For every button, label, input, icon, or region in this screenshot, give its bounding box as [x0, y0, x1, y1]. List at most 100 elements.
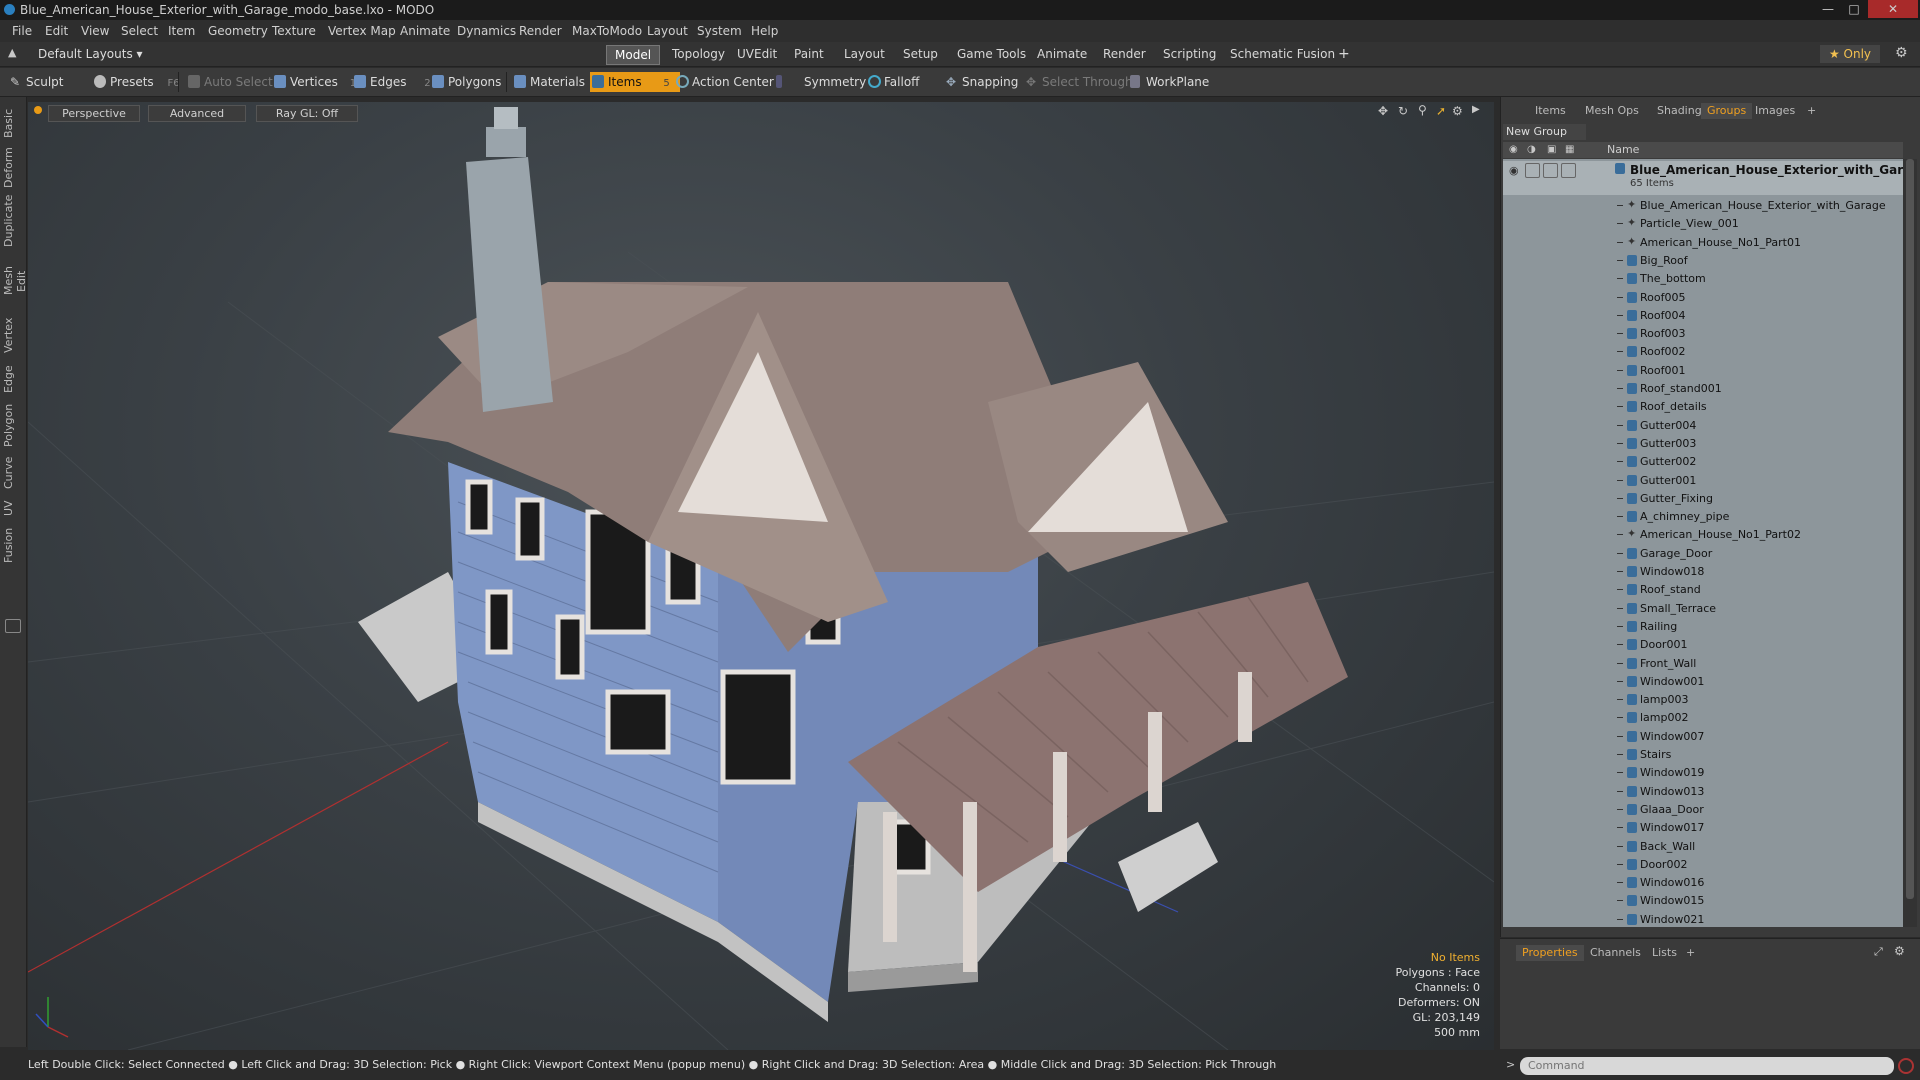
- action-center-button[interactable]: Action Center: [674, 72, 784, 92]
- list-item[interactable]: Roof004: [1503, 307, 1903, 325]
- list-item[interactable]: Railing: [1503, 618, 1903, 636]
- list-item[interactable]: The_bottom: [1503, 270, 1903, 288]
- lock-toggle[interactable]: [1543, 163, 1558, 178]
- shading-advanced-button[interactable]: Advanced: [148, 105, 246, 122]
- tab-game-tools[interactable]: Game Tools: [949, 45, 1034, 63]
- list-item[interactable]: Roof_stand: [1503, 581, 1903, 599]
- tab-render[interactable]: Render: [1095, 45, 1154, 63]
- menu-dynamics[interactable]: Dynamics: [457, 24, 516, 38]
- list-item[interactable]: Garage_Door: [1503, 545, 1903, 563]
- symmetry-button[interactable]: Symmetry: [774, 72, 872, 92]
- pan-icon[interactable]: ✥: [1378, 104, 1388, 118]
- menu-select[interactable]: Select: [121, 24, 158, 38]
- list-item[interactable]: Roof_stand001: [1503, 380, 1903, 398]
- left-tab-uv[interactable]: UV: [2, 497, 24, 519]
- list-item[interactable]: Door001: [1503, 636, 1903, 654]
- left-tab-duplicate[interactable]: Duplicate: [2, 195, 24, 247]
- select-col-icon[interactable]: ▦: [1565, 144, 1574, 155]
- panel-toggle-button[interactable]: [5, 619, 21, 633]
- list-item[interactable]: ✦ Blue_American_House_Exterior_with_Garag…: [1503, 197, 1903, 215]
- tab-schematic-fusion[interactable]: Schematic Fusion: [1222, 45, 1343, 63]
- viewport-menu-icon[interactable]: ▶: [1472, 104, 1480, 115]
- vertices-button[interactable]: Vertices 1: [272, 72, 364, 92]
- list-item[interactable]: Roof002: [1503, 343, 1903, 361]
- list-item[interactable]: Roof_details: [1503, 398, 1903, 416]
- menu-vertex-map[interactable]: Vertex Map: [328, 24, 396, 38]
- menu-item[interactable]: Item: [168, 24, 195, 38]
- menu-geometry[interactable]: Geometry: [208, 24, 268, 38]
- list-item[interactable]: Roof001: [1503, 362, 1903, 380]
- list-item[interactable]: ✦ Particle_View_001: [1503, 215, 1903, 233]
- tab-paint[interactable]: Paint: [786, 45, 832, 63]
- only-toggle[interactable]: ★ Only: [1820, 45, 1880, 63]
- view-perspective-button[interactable]: Perspective: [48, 105, 140, 122]
- expand-icon[interactable]: ⤢: [1874, 945, 1883, 959]
- edges-button[interactable]: Edges 2: [352, 72, 440, 92]
- properties-gear-icon[interactable]: ⚙: [1894, 944, 1905, 958]
- layout-preset-dropdown[interactable]: Default Layouts ▾: [38, 47, 143, 61]
- menu-maxtomodo[interactable]: MaxToModo: [572, 24, 642, 38]
- viewport-settings-icon[interactable]: ⚙: [1452, 104, 1463, 118]
- list-item[interactable]: Front_Wall: [1503, 655, 1903, 673]
- tab-layout[interactable]: Layout: [836, 45, 893, 63]
- tab-model[interactable]: Model: [606, 45, 661, 65]
- command-input[interactable]: [1520, 1057, 1894, 1075]
- new-group-button[interactable]: New Group: [1503, 124, 1586, 140]
- left-tab-edge[interactable]: Edge: [2, 363, 24, 395]
- list-item[interactable]: Roof005: [1503, 289, 1903, 307]
- menu-texture[interactable]: Texture: [272, 24, 316, 38]
- zoom-icon[interactable]: ⚲: [1418, 103, 1427, 117]
- select-through-button[interactable]: ✥ Select Through: [1024, 72, 1134, 92]
- tab-items[interactable]: Items: [1529, 103, 1572, 119]
- tab-mesh-ops[interactable]: Mesh Ops: [1579, 103, 1645, 119]
- sculpt-button[interactable]: ✎ Sculpt: [8, 72, 96, 92]
- list-item[interactable]: Glaaa_Door: [1503, 801, 1903, 819]
- items-button[interactable]: Items 5: [590, 72, 680, 92]
- list-item[interactable]: Window001: [1503, 673, 1903, 691]
- tab-shading[interactable]: Shading: [1651, 103, 1708, 119]
- tab-channels[interactable]: Channels: [1584, 945, 1647, 961]
- select-toggle[interactable]: [1561, 163, 1576, 178]
- list-item[interactable]: Window018: [1503, 563, 1903, 581]
- list-item[interactable]: Stairs: [1503, 746, 1903, 764]
- tab-scripting[interactable]: Scripting: [1155, 45, 1224, 63]
- snapping-button[interactable]: ✥ Snapping: [944, 72, 1032, 92]
- render-col-icon[interactable]: ◑: [1527, 144, 1536, 155]
- list-item[interactable]: Back_Wall: [1503, 838, 1903, 856]
- minimize-button[interactable]: —: [1816, 0, 1840, 18]
- list-item[interactable]: Roof003: [1503, 325, 1903, 343]
- auto-select-button[interactable]: Auto Select: [186, 72, 282, 92]
- list-item[interactable]: Gutter002: [1503, 453, 1903, 471]
- command-stop-icon[interactable]: [1898, 1058, 1914, 1074]
- gear-icon[interactable]: ⚙: [1895, 45, 1908, 61]
- list-scrollbar[interactable]: [1903, 159, 1917, 927]
- left-tab-deform[interactable]: Deform: [2, 147, 24, 189]
- add-panel-tab-button[interactable]: +: [1801, 103, 1822, 119]
- list-item[interactable]: Window007: [1503, 728, 1903, 746]
- list-item[interactable]: Window019: [1503, 764, 1903, 782]
- lock-col-icon[interactable]: ▣: [1547, 144, 1556, 155]
- tab-groups[interactable]: Groups: [1701, 103, 1753, 119]
- 3d-viewport[interactable]: No Items Polygons : Face Channels: 0 Def…: [28, 102, 1494, 1050]
- presets-button[interactable]: Presets F6: [92, 72, 188, 92]
- tab-properties[interactable]: Properties: [1516, 945, 1584, 961]
- left-tab-curve[interactable]: Curve: [2, 455, 24, 491]
- menu-animate[interactable]: Animate: [400, 24, 450, 38]
- menu-edit[interactable]: Edit: [45, 24, 68, 38]
- menu-layout[interactable]: Layout: [647, 24, 688, 38]
- menu-render[interactable]: Render: [519, 24, 562, 38]
- menu-view[interactable]: View: [81, 24, 109, 38]
- close-button[interactable]: ✕: [1868, 0, 1918, 18]
- tab-setup[interactable]: Setup: [895, 45, 946, 63]
- maximize-button[interactable]: □: [1842, 0, 1866, 18]
- falloff-button[interactable]: Falloff: [866, 72, 950, 92]
- menu-help[interactable]: Help: [751, 24, 778, 38]
- list-item[interactable]: Small_Terrace: [1503, 600, 1903, 618]
- list-item[interactable]: lamp002: [1503, 709, 1903, 727]
- tab-topology[interactable]: Topology: [664, 45, 733, 63]
- list-item[interactable]: Window021: [1503, 911, 1903, 927]
- polygons-button[interactable]: Polygons: [430, 72, 518, 92]
- eye-icon[interactable]: ◉: [1509, 164, 1519, 177]
- left-tab-vertex[interactable]: Vertex: [2, 315, 24, 355]
- list-item[interactable]: ✦ American_House_No1_Part02: [1503, 526, 1903, 544]
